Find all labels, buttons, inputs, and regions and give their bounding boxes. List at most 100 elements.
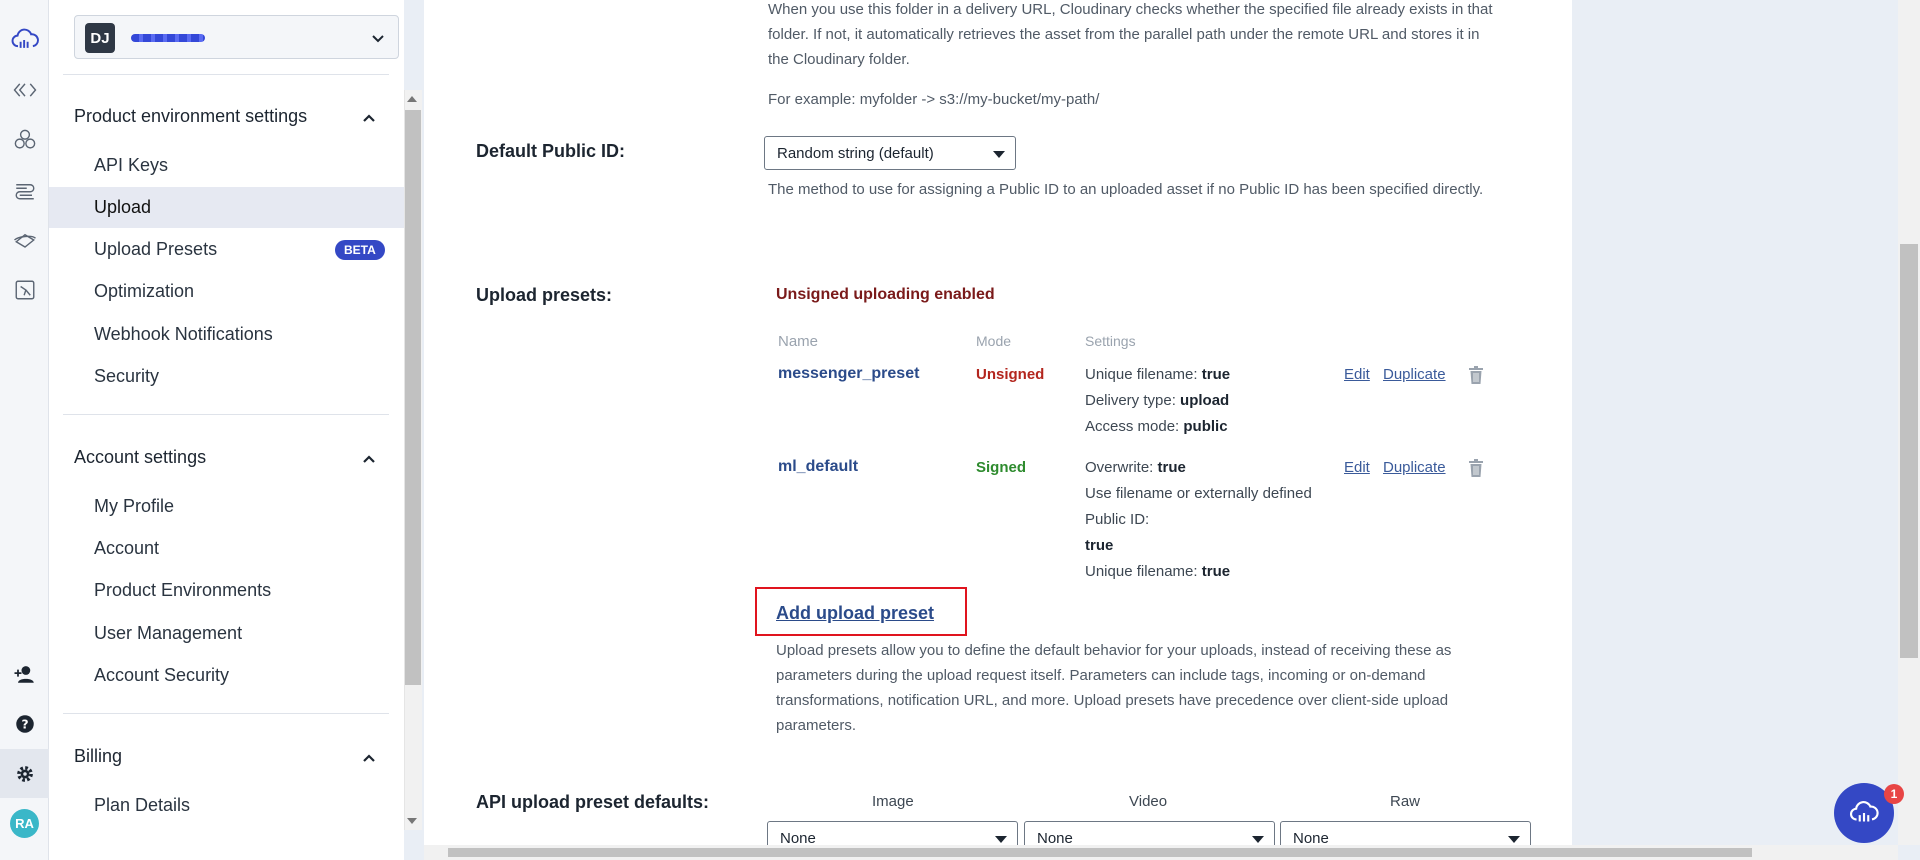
divider <box>63 713 389 714</box>
sidebar-item-security[interactable]: Security <box>49 356 404 397</box>
duplicate-preset-link[interactable]: Duplicate <box>1383 366 1446 383</box>
sidebar-item-label: Product Environments <box>94 580 272 600</box>
default-public-id-help: The method to use for assigning a Public… <box>768 181 1484 198</box>
sidebar-item-user-management[interactable]: User Management <box>49 613 404 654</box>
caret-down-icon <box>995 836 1007 843</box>
sidebar-item-label: Optimization <box>94 281 195 301</box>
section-product-environment-settings[interactable]: Product environment settings <box>74 106 307 127</box>
preset-setting-row: Delivery type: upload <box>1085 392 1230 409</box>
sidebar-item-label: Account <box>94 538 160 558</box>
preset-setting-row: Access mode: public <box>1085 418 1228 435</box>
sidebar-item-label: Security <box>94 366 160 386</box>
preset-name-link[interactable]: messenger_preset <box>778 365 919 383</box>
folder-description-line: the Cloudinary folder. <box>768 51 910 68</box>
cloud-chat-icon <box>1850 801 1879 822</box>
sidebar-scroll-thumb[interactable] <box>405 110 421 685</box>
scroll-up-arrow-icon[interactable] <box>407 96 417 102</box>
sidebar-item-upload-presets[interactable]: Upload Presets BETA <box>49 229 404 270</box>
presets-help-line: Upload presets allow you to define the d… <box>776 642 1452 659</box>
trash-icon[interactable] <box>1468 459 1484 477</box>
settings-icon[interactable] <box>9 758 40 789</box>
caret-down-icon <box>1508 836 1520 843</box>
environment-badge: DJ <box>85 23 115 53</box>
preset-setting-row: Unique filename: true <box>1085 563 1231 580</box>
product-environment-selector[interactable]: DJ <box>74 15 399 59</box>
environment-name-redacted <box>131 34 205 42</box>
caret-down-icon <box>1252 836 1264 843</box>
sidebar-item-my-profile[interactable]: My Profile <box>49 486 404 527</box>
table-header-name: Name <box>778 333 819 350</box>
sidebar-item-optimization[interactable]: Optimization <box>49 271 404 312</box>
svg-text:?: ? <box>21 717 28 731</box>
sidebar-item-label: Account Security <box>94 665 230 685</box>
preset-setting-row: Use filename or externally defined <box>1085 485 1312 502</box>
main-content: When you use this folder in a delivery U… <box>424 0 1572 845</box>
folder-description-line: folder. If not, it automatically retriev… <box>768 26 1480 43</box>
folder-example: For example: myfolder -> s3://my-bucket/… <box>768 91 1100 108</box>
select-value: None <box>1293 829 1329 846</box>
presets-help-line: parameters. <box>776 717 857 734</box>
page-horizontal-thumb[interactable] <box>448 848 1752 857</box>
media-flows-icon[interactable] <box>9 174 40 205</box>
api-default-head-raw: Raw <box>1390 793 1421 810</box>
default-public-id-select[interactable]: Random string (default) <box>764 136 1016 170</box>
sidebar-item-label: Plan Details <box>94 795 191 815</box>
chevron-up-icon[interactable] <box>360 450 378 468</box>
chevron-down-icon <box>372 35 384 43</box>
page-scroll-thumb[interactable] <box>1900 244 1918 658</box>
default-public-id-label: Default Public ID: <box>476 141 626 161</box>
api-default-image-select[interactable]: None <box>767 821 1018 845</box>
presets-help-line: transformations, notification URL, and m… <box>776 692 1449 709</box>
preset-setting-row: Public ID: <box>1085 511 1150 528</box>
section-billing[interactable]: Billing <box>74 746 122 767</box>
icon-rail: ? RA <box>0 0 49 860</box>
sidebar-item-product-environments[interactable]: Product Environments <box>49 570 404 611</box>
video-icon[interactable] <box>9 224 40 255</box>
trash-icon[interactable] <box>1468 366 1484 384</box>
default-public-id-value: Random string (default) <box>777 144 934 162</box>
table-header-mode: Mode <box>976 333 1012 349</box>
sidebar-item-plan-details[interactable]: Plan Details <box>49 785 404 826</box>
sidebar-item-api-keys[interactable]: API Keys <box>49 145 404 186</box>
chevron-up-icon[interactable] <box>360 109 378 127</box>
cloud-logo-icon[interactable] <box>9 24 40 55</box>
sidebar-item-label: Webhook Notifications <box>94 324 273 344</box>
sidebar-item-account[interactable]: Account <box>49 528 404 569</box>
section-account-settings[interactable]: Account settings <box>74 447 206 468</box>
user-avatar[interactable]: RA <box>10 809 39 838</box>
api-upload-preset-defaults-label: API upload preset defaults: <box>476 792 710 812</box>
preset-name-link[interactable]: ml_default <box>778 458 858 476</box>
assets-icon[interactable] <box>9 124 40 155</box>
developer-icon[interactable] <box>9 74 40 105</box>
notification-badge: 1 <box>1884 784 1904 804</box>
sidebar-item-webhook-notifications[interactable]: Webhook Notifications <box>49 314 404 355</box>
migration-icon[interactable] <box>9 274 40 305</box>
preset-settings: Overwrite: true Use filename or external… <box>1085 455 1312 585</box>
edit-preset-link[interactable]: Edit <box>1344 366 1370 383</box>
sidebar-item-upload[interactable]: Upload <box>49 187 404 228</box>
sidebar-item-account-security[interactable]: Account Security <box>49 655 404 696</box>
sidebar-item-label: Upload <box>94 197 152 217</box>
sidebar-item-label: API Keys <box>94 155 169 175</box>
preset-setting-row: Unique filename: true <box>1085 366 1231 383</box>
add-upload-preset-link[interactable]: Add upload preset <box>776 603 934 624</box>
help-icon[interactable]: ? <box>9 708 40 739</box>
add-user-icon[interactable] <box>9 658 40 689</box>
beta-badge: BETA <box>335 240 385 260</box>
edit-preset-link[interactable]: Edit <box>1344 459 1370 476</box>
right-margin-pane <box>1572 0 1898 845</box>
api-default-raw-select[interactable]: None <box>1280 821 1531 845</box>
table-header-settings: Settings <box>1085 333 1136 349</box>
select-value: None <box>1037 829 1073 846</box>
caret-down-icon <box>993 151 1005 158</box>
scroll-down-arrow-icon[interactable] <box>407 818 417 824</box>
chevron-up-icon[interactable] <box>360 749 378 767</box>
divider <box>63 414 389 415</box>
api-default-video-select[interactable]: None <box>1024 821 1275 845</box>
settings-sidebar: DJ Product environment settings API Keys… <box>49 0 404 860</box>
duplicate-preset-link[interactable]: Duplicate <box>1383 459 1446 476</box>
folder-description-line: When you use this folder in a delivery U… <box>768 1 1493 18</box>
preset-settings: Unique filename: true Delivery type: upl… <box>1085 362 1230 440</box>
api-default-head-image: Image <box>872 793 914 810</box>
presets-help-line: parameters during the upload request its… <box>776 667 1426 684</box>
